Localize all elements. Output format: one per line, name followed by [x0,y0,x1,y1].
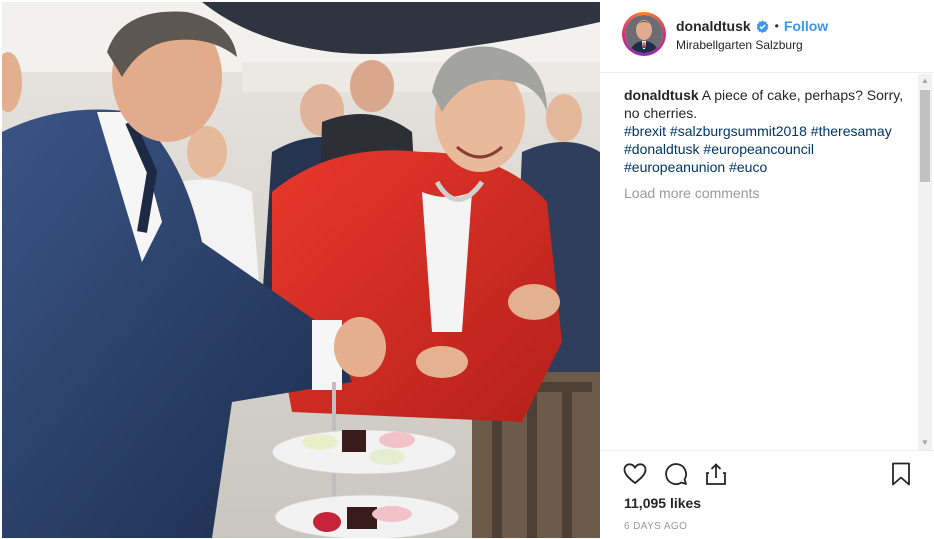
comment-icon[interactable] [663,461,689,487]
comments-scrollbar[interactable]: ▲ ▼ [918,74,932,450]
follow-button[interactable]: Follow [784,18,828,34]
avatar[interactable] [625,15,663,53]
header-separator: • [774,19,779,33]
avatar-story-ring[interactable] [622,12,666,56]
post-timestamp[interactable]: 6 DAYS AGO [624,521,687,532]
location-link[interactable]: Mirabellgarten Salzburg [676,38,803,52]
verified-badge-icon [756,19,769,33]
scrollbar-thumb[interactable] [920,90,930,182]
hashtag[interactable]: #theresamay [811,123,892,139]
caption-username[interactable]: donaldtusk [624,87,699,103]
load-more-comments-link[interactable]: Load more comments [624,185,759,201]
post-photo-illustration [2,2,600,538]
post-header: donaldtusk • Follow Mirabellgarten Salzb… [600,0,934,73]
scroll-up-arrow-icon[interactable]: ▲ [918,74,932,88]
heart-icon[interactable] [622,461,648,487]
scroll-down-arrow-icon[interactable]: ▼ [918,436,932,450]
post-photo[interactable] [2,2,600,538]
hashtag[interactable]: #donaldtusk [624,141,700,157]
instagram-post: donaldtusk • Follow Mirabellgarten Salzb… [0,0,934,538]
hashtag[interactable]: #euco [729,159,767,175]
likes-count[interactable]: 11,095 likes [624,495,701,511]
hashtag[interactable]: #salzburgsummit2018 [670,123,807,139]
post-actions: 11,095 likes 6 DAYS AGO [600,450,934,539]
hashtag[interactable]: #europeanunion [624,159,725,175]
share-icon[interactable] [703,461,729,487]
header-username[interactable]: donaldtusk [676,18,751,34]
header-user-row: donaldtusk • Follow [676,17,828,35]
hashtag-list: #brexit #salzburgsummit2018 #theresamay … [624,123,892,175]
hashtag[interactable]: #europeancouncil [703,141,814,157]
bookmark-icon[interactable] [888,461,914,487]
caption-block: donaldtusk A piece of cake, perhaps? Sor… [624,86,914,176]
avatar-image [625,15,663,53]
post-side-panel: donaldtusk • Follow Mirabellgarten Salzb… [600,0,934,538]
hashtag[interactable]: #brexit [624,123,666,139]
